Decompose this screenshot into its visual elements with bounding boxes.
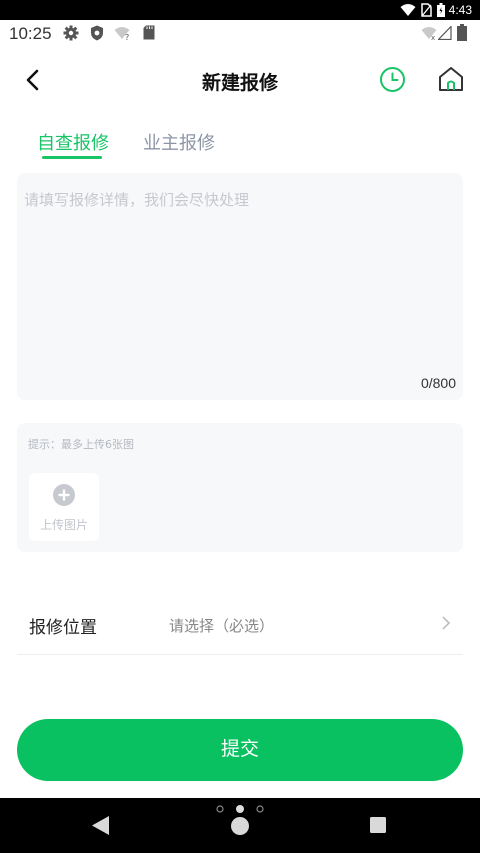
system-clock: 4:43 xyxy=(448,3,472,17)
wifi-off-icon: x xyxy=(421,27,437,40)
tab-self-check-repair[interactable]: 自查报修 xyxy=(37,129,109,155)
no-sim-icon xyxy=(421,3,432,17)
plus-circle-icon xyxy=(53,484,75,506)
app-status-bar: 10:25 ? x xyxy=(0,20,480,48)
system-status-bar: 4:43 xyxy=(0,0,480,20)
image-upload-panel: 提示：最多上传6张图 上传图片 xyxy=(17,423,463,552)
wifi-question-icon: ? xyxy=(114,27,130,40)
description-textarea[interactable]: 请填写报修详情，我们会尽快处理 0/800 xyxy=(17,173,463,400)
submit-button[interactable]: 提交 xyxy=(17,719,463,781)
page-indicator-dots xyxy=(216,805,264,813)
status-time: 10:25 xyxy=(9,24,52,43)
home-icon[interactable] xyxy=(437,65,465,93)
description-placeholder: 请填写报修详情，我们会尽快处理 xyxy=(24,191,250,209)
upload-image-label: 上传图片 xyxy=(39,518,88,532)
sd-card-icon xyxy=(143,25,155,40)
character-counter: 0/800 xyxy=(420,375,456,391)
repair-location-label: 报修位置 xyxy=(29,618,97,638)
repair-location-row[interactable]: 报修位置 请选择（必选） xyxy=(17,596,463,655)
gear-icon xyxy=(63,25,79,41)
page-title: 新建报修 xyxy=(201,72,278,94)
upload-tip: 提示：最多上传6张图 xyxy=(28,438,134,451)
navigation-bar xyxy=(0,798,480,853)
battery-status-icon xyxy=(457,24,467,41)
recents-nav-icon[interactable] xyxy=(370,817,386,833)
upload-image-button[interactable]: 上传图片 xyxy=(29,473,99,541)
svg-text:?: ? xyxy=(125,33,129,40)
chevron-right-icon xyxy=(442,616,451,630)
battery-icon xyxy=(437,3,445,17)
wifi-icon xyxy=(400,4,416,16)
header-bar: 新建报修 xyxy=(0,56,480,104)
clock-icon[interactable] xyxy=(379,66,406,93)
shield-icon xyxy=(91,25,103,41)
home-nav-icon[interactable] xyxy=(231,817,249,835)
svg-text:x: x xyxy=(431,34,435,40)
back-nav-icon[interactable] xyxy=(92,816,109,835)
tab-owner-repair[interactable]: 业主报修 xyxy=(143,129,215,155)
active-tab-indicator xyxy=(42,156,102,159)
repair-location-value: 请选择（必选） xyxy=(169,617,275,635)
signal-icon xyxy=(438,26,452,40)
